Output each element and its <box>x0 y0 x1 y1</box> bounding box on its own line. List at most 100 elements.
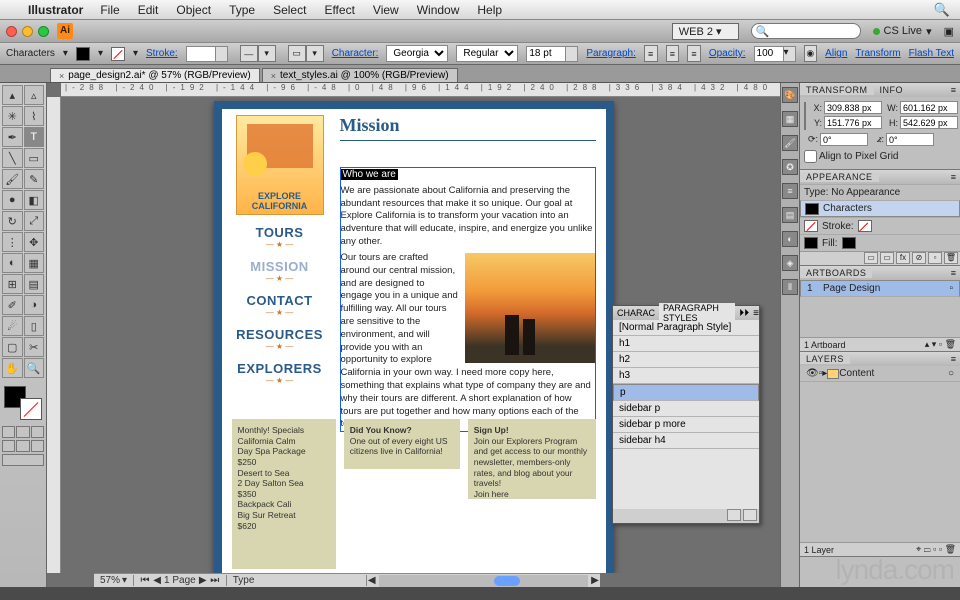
new-artboard-icon[interactable]: ▫ <box>939 339 942 349</box>
zoom-level[interactable]: 57% ▾ <box>94 575 134 586</box>
style-h3[interactable]: h3 <box>613 368 759 384</box>
vertical-ruler[interactable] <box>47 97 61 573</box>
zoom-tool[interactable]: 🔍 <box>24 358 45 378</box>
x-input[interactable] <box>824 101 882 114</box>
stroke-weight-stepper[interactable] <box>216 46 228 62</box>
blob-brush-tool[interactable]: ● <box>2 190 23 210</box>
dock-transparency-icon[interactable]: ◐ <box>782 231 798 247</box>
dock-swatches-icon[interactable]: ▦ <box>782 111 798 127</box>
scale-tool[interactable]: ⤢ <box>24 211 45 231</box>
horizontal-scrollbar[interactable] <box>379 575 588 587</box>
align-panel-link[interactable]: Align <box>825 48 847 59</box>
menu-file[interactable]: File <box>91 3 128 17</box>
symbol-sprayer-tool[interactable]: ☄ <box>2 316 23 336</box>
dock-graphic-styles-icon[interactable]: ◈ <box>782 255 798 271</box>
new-layer-icon[interactable]: ▫ <box>939 544 942 554</box>
collapse-icon[interactable]: ▣ <box>944 25 954 38</box>
slice-tool[interactable]: ✂ <box>24 337 45 357</box>
document-tab-1[interactable]: ×page_design2.ai* @ 57% (RGB/Preview) <box>50 68 260 82</box>
trash-icon[interactable]: 🗑 <box>944 252 958 264</box>
style-p[interactable]: p <box>613 384 759 401</box>
reference-point-icon[interactable] <box>804 102 806 130</box>
font-size-input[interactable] <box>526 46 566 62</box>
color-mode-solid[interactable] <box>2 426 15 438</box>
align-pixel-checkbox[interactable] <box>804 150 817 163</box>
lasso-tool[interactable]: ⌇ <box>24 106 45 126</box>
new-fill-icon[interactable]: ▭ <box>864 252 878 264</box>
dock-stroke-icon[interactable]: ≡ <box>782 183 798 199</box>
eraser-tool[interactable]: ◧ <box>24 190 45 210</box>
free-transform-tool[interactable]: ✥ <box>24 232 45 252</box>
lock-icon[interactable]: ▫ <box>819 368 823 379</box>
paragraph-link[interactable]: Paragraph: <box>586 48 635 59</box>
brush-dropdown[interactable]: ▾ <box>258 45 276 62</box>
artboard-tool[interactable]: ▢ <box>2 337 23 357</box>
align-left-icon[interactable]: ≡ <box>644 45 658 62</box>
flash-text-link[interactable]: Flash Text <box>909 48 954 59</box>
pencil-tool[interactable]: ✎ <box>24 169 45 189</box>
artboard-row[interactable]: 1Page Design▫ <box>800 280 960 297</box>
collapse-panel-icon[interactable]: ⏵⏵ <box>735 308 753 319</box>
align-right-icon[interactable]: ≡ <box>687 45 701 62</box>
appearance-characters-row[interactable]: Characters <box>800 200 960 217</box>
scrollbar-thumb[interactable] <box>494 576 520 586</box>
gradient-tool[interactable]: ▤ <box>24 274 45 294</box>
dock-brushes-icon[interactable]: 🖌 <box>782 135 798 151</box>
stroke-box[interactable] <box>20 398 42 420</box>
menu-help[interactable]: Help <box>468 3 511 17</box>
transform-panel-link[interactable]: Transform <box>855 48 900 59</box>
document-tab-2[interactable]: ×text_styles.ai @ 100% (RGB/Preview) <box>262 68 458 82</box>
tab-info[interactable]: INFO <box>874 85 910 95</box>
menu-effect[interactable]: Effect <box>315 3 363 17</box>
rotate-tool[interactable]: ↻ <box>2 211 23 231</box>
menu-window[interactable]: Window <box>408 3 469 17</box>
appearance-fill-row[interactable]: Fill: <box>800 234 960 251</box>
stroke-swatch[interactable] <box>111 47 125 61</box>
duplicate-icon[interactable]: ▫ <box>928 252 942 264</box>
dock-gradient-icon[interactable]: ▤ <box>782 207 798 223</box>
panel-menu-icon[interactable]: ≡ <box>947 268 960 278</box>
trash-icon[interactable] <box>743 509 757 521</box>
menu-view[interactable]: View <box>364 3 408 17</box>
horizontal-ruler[interactable]: |-288 |-240 |-192 |-144 |-96 |-48 |0 |48… <box>61 83 780 97</box>
opacity-dropdown[interactable]: ▾ <box>784 46 796 62</box>
new-stroke-icon[interactable]: ▭ <box>880 252 894 264</box>
clear-icon[interactable]: ⊘ <box>912 252 926 264</box>
pen-tool[interactable]: ✒ <box>2 127 23 147</box>
color-mode-none[interactable] <box>31 426 44 438</box>
perspective-tool[interactable]: ▦ <box>24 253 45 273</box>
object-menu-icon[interactable]: ▾ <box>63 48 68 59</box>
w-input[interactable] <box>900 101 958 114</box>
new-sublayer-icon[interactable]: ▫ <box>933 544 936 554</box>
color-mode-gradient[interactable] <box>16 426 29 438</box>
y-input[interactable] <box>824 116 882 129</box>
tab-transform[interactable]: TRANSFORM <box>800 85 874 95</box>
fill-dropdown[interactable]: ▾ <box>98 48 103 59</box>
cs-live-button[interactable]: CS Live ▾ <box>873 25 932 38</box>
trash-icon[interactable]: 🗑 <box>945 544 956 554</box>
tab-character-styles[interactable]: CHARAC <box>613 308 659 318</box>
style-sidebar-p-more[interactable]: sidebar p more <box>613 417 759 433</box>
character-link[interactable]: Character: <box>332 48 379 59</box>
menu-type[interactable]: Type <box>220 3 264 17</box>
shear-input[interactable] <box>886 133 934 146</box>
new-style-icon[interactable] <box>727 509 741 521</box>
type-tool[interactable]: T <box>24 127 45 147</box>
workspace-switcher[interactable]: WEB 2 ▾ <box>672 23 739 40</box>
target-icon[interactable]: ○ <box>948 368 954 379</box>
panel-menu-icon[interactable]: ≡ <box>753 308 759 319</box>
opacity-input[interactable] <box>754 46 784 62</box>
panel-menu-icon[interactable]: ≡ <box>947 172 960 182</box>
magic-wand-tool[interactable]: ✳ <box>2 106 23 126</box>
opacity-link[interactable]: Opacity: <box>709 48 746 59</box>
menu-select[interactable]: Select <box>264 3 315 17</box>
recolor-icon[interactable]: ◉ <box>804 45 818 62</box>
font-style-select[interactable]: Regular <box>456 45 518 62</box>
hand-tool[interactable]: ✋ <box>2 358 23 378</box>
style-h1[interactable]: h1 <box>613 336 759 352</box>
align-center-icon[interactable]: ≡ <box>666 45 680 62</box>
scroll-right-button[interactable]: ▶ <box>590 575 600 586</box>
close-window-button[interactable] <box>6 26 17 37</box>
h-input[interactable] <box>900 116 958 129</box>
visibility-icon[interactable]: 👁 <box>806 368 819 379</box>
